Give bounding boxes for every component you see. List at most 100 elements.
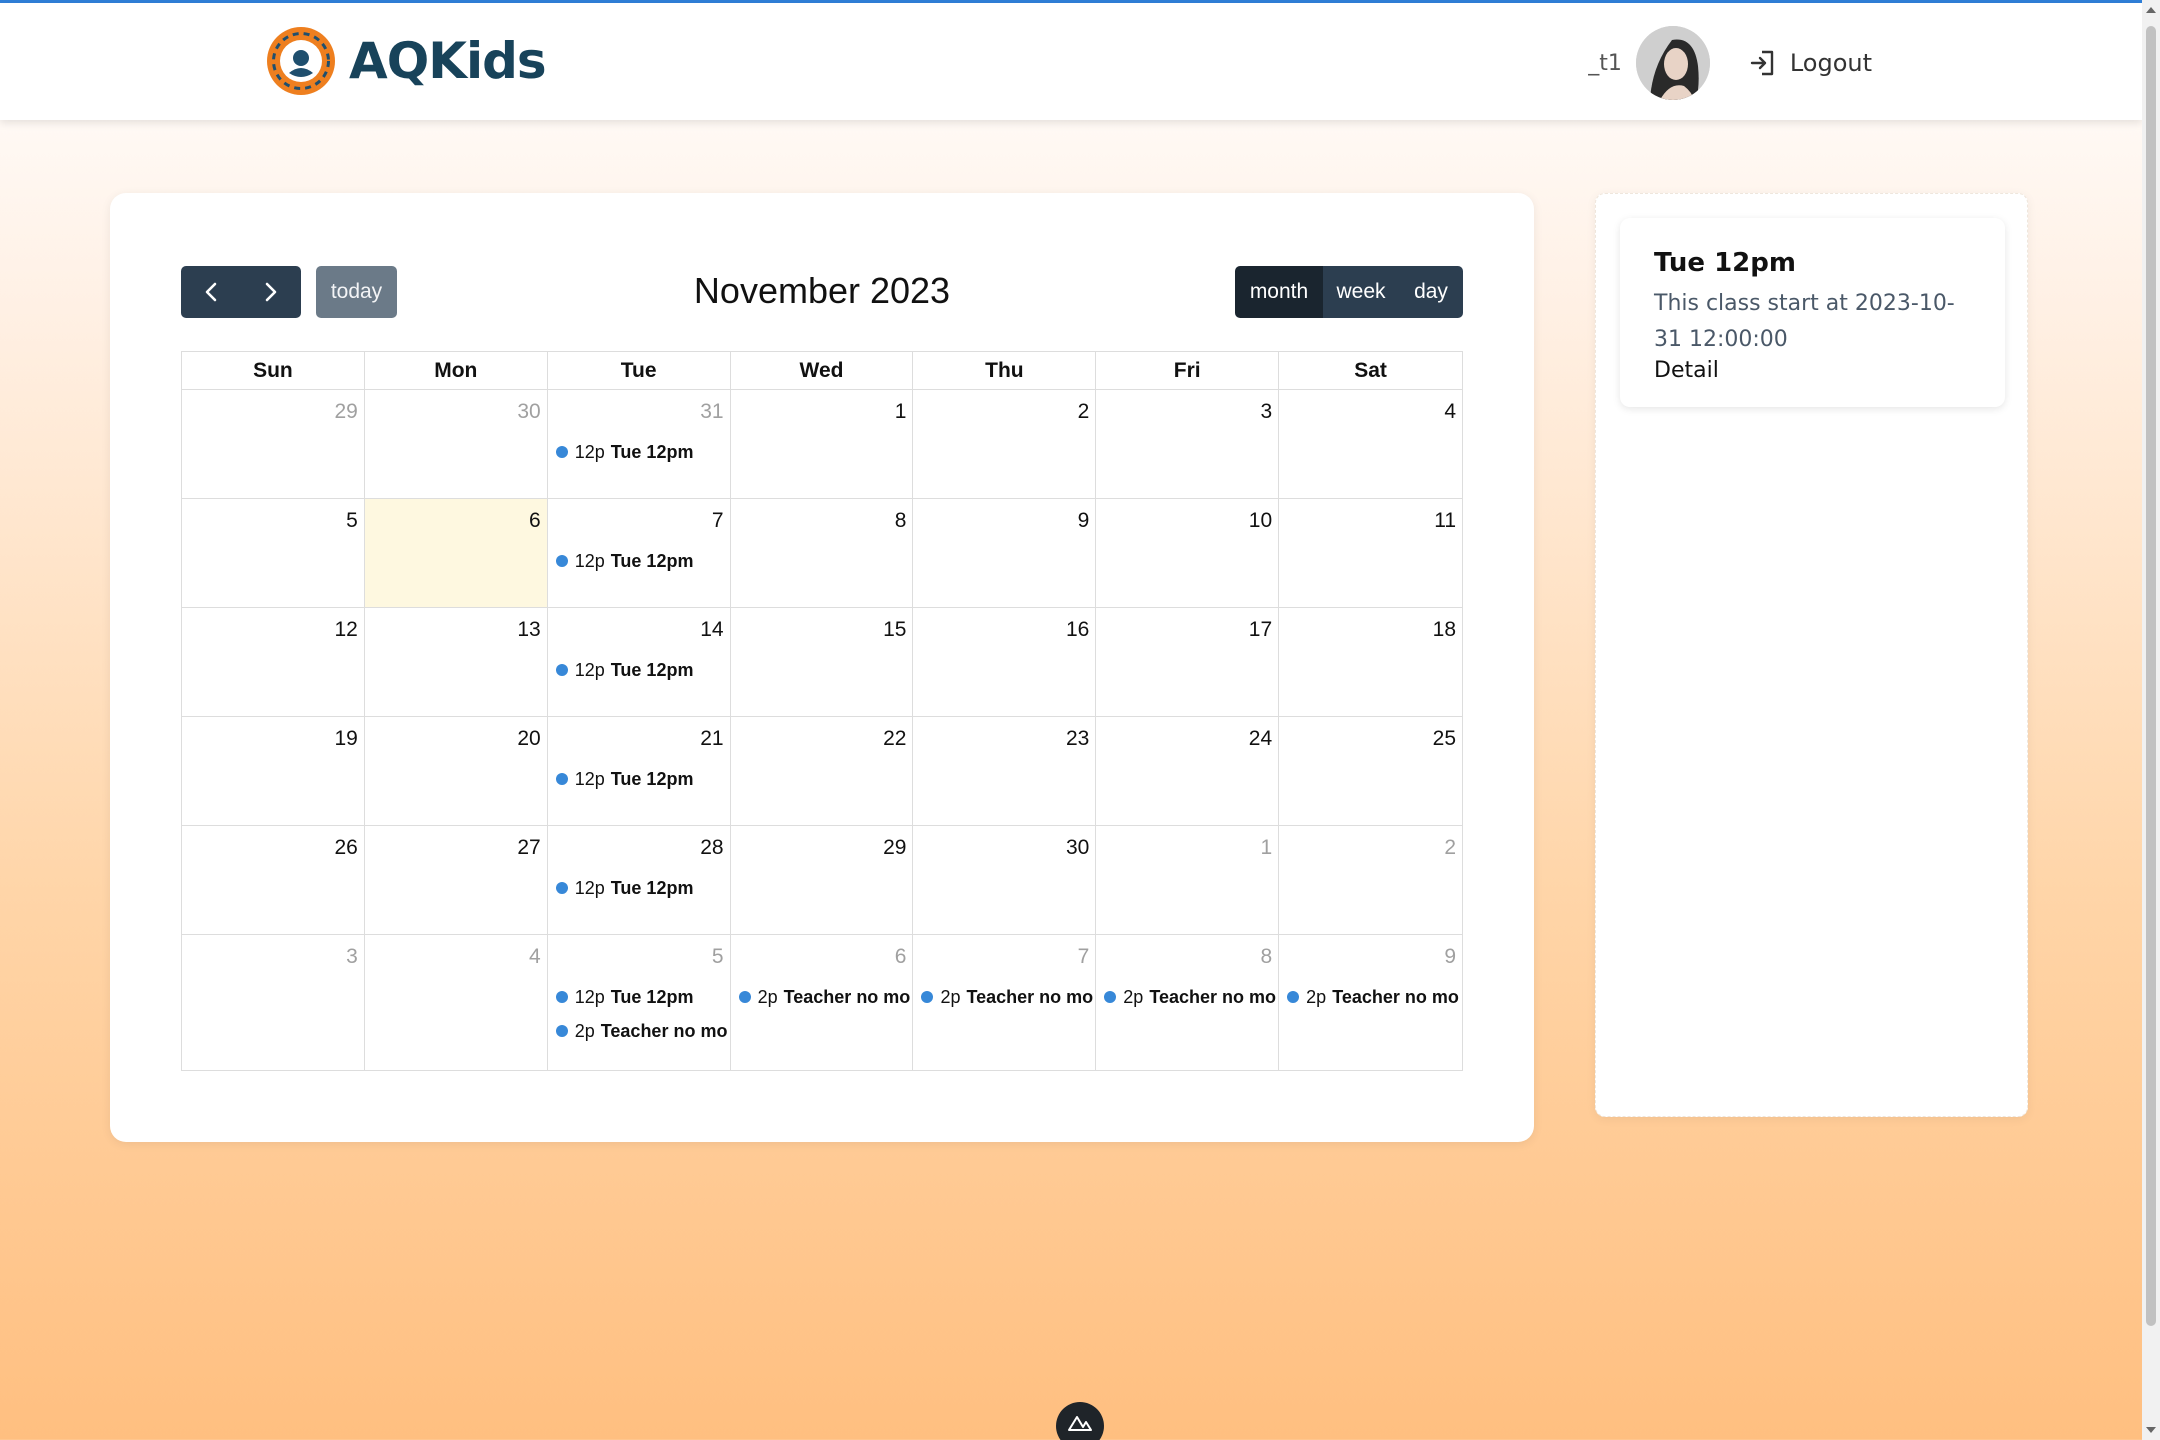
day-cell[interactable]: 2: [913, 390, 1097, 498]
calendar-event[interactable]: 12p Tue 12pm: [555, 985, 728, 1009]
day-number[interactable]: 14: [700, 618, 723, 642]
day-number[interactable]: 15: [883, 618, 906, 642]
day-cell[interactable]: 5 12p Tue 12pm 2p Teacher no mo: [548, 935, 731, 1070]
day-number[interactable]: 30: [517, 400, 540, 424]
day-cell[interactable]: 1: [1096, 826, 1280, 934]
day-cell[interactable]: 4: [365, 935, 548, 1070]
day-cell[interactable]: 1: [731, 390, 914, 498]
day-cell[interactable]: 7 2p Teacher no mo: [913, 935, 1097, 1070]
day-number[interactable]: 17: [1249, 618, 1272, 642]
day-cell[interactable]: 29: [182, 390, 365, 498]
day-number[interactable]: 5: [712, 945, 724, 969]
calendar-event[interactable]: 12p Tue 12pm: [555, 876, 728, 900]
day-cell[interactable]: 5: [182, 499, 365, 607]
day-number[interactable]: 25: [1433, 727, 1456, 751]
day-number[interactable]: 16: [1066, 618, 1089, 642]
day-number[interactable]: 7: [712, 509, 724, 533]
calendar-event[interactable]: 12p Tue 12pm: [555, 658, 728, 682]
avatar[interactable]: [1635, 26, 1710, 100]
day-cell[interactable]: 8: [731, 499, 914, 607]
day-cell[interactable]: 3: [182, 935, 365, 1070]
day-number[interactable]: 1: [1260, 836, 1272, 860]
day-number[interactable]: 9: [1444, 945, 1456, 969]
day-cell[interactable]: 4: [1279, 390, 1462, 498]
day-number[interactable]: 19: [335, 727, 358, 751]
day-cell[interactable]: 24: [1096, 717, 1280, 825]
day-cell[interactable]: 9 2p Teacher no mo: [1279, 935, 1462, 1070]
day-cell[interactable]: 16: [913, 608, 1097, 716]
brand-logo[interactable]: AQKids: [265, 25, 547, 97]
devtools-toggle-button[interactable]: [1056, 1402, 1104, 1440]
calendar-event[interactable]: 12p Tue 12pm: [555, 440, 728, 464]
view-month-button[interactable]: month: [1235, 266, 1323, 318]
day-number[interactable]: 2: [1078, 400, 1090, 424]
day-number[interactable]: 24: [1249, 727, 1272, 751]
day-number[interactable]: 27: [517, 836, 540, 860]
day-number[interactable]: 3: [346, 945, 358, 969]
day-number[interactable]: 6: [529, 509, 541, 533]
day-number[interactable]: 21: [700, 727, 723, 751]
day-cell[interactable]: 22: [731, 717, 914, 825]
day-cell[interactable]: 30: [365, 390, 548, 498]
logout-button[interactable]: Logout: [1748, 48, 1872, 78]
day-number[interactable]: 4: [529, 945, 541, 969]
day-cell[interactable]: 27: [365, 826, 548, 934]
day-cell[interactable]: 28 12p Tue 12pm: [548, 826, 731, 934]
day-cell[interactable]: 8 2p Teacher no mo: [1096, 935, 1280, 1070]
day-number[interactable]: 13: [517, 618, 540, 642]
calendar-event[interactable]: 2p Teacher no mo: [555, 1019, 728, 1043]
day-cell[interactable]: 26: [182, 826, 365, 934]
day-number[interactable]: 22: [883, 727, 906, 751]
day-number[interactable]: 8: [895, 509, 907, 533]
calendar-event[interactable]: 12p Tue 12pm: [555, 767, 728, 791]
calendar-event[interactable]: 2p Teacher no mo: [1287, 985, 1460, 1009]
day-number[interactable]: 28: [700, 836, 723, 860]
day-cell[interactable]: 20: [365, 717, 548, 825]
day-cell[interactable]: 9: [913, 499, 1097, 607]
day-cell[interactable]: 18: [1279, 608, 1462, 716]
scroll-down-arrow-icon[interactable]: [2145, 1424, 2157, 1436]
day-number[interactable]: 8: [1260, 945, 1272, 969]
day-cell[interactable]: 31 12p Tue 12pm: [548, 390, 731, 498]
day-cell[interactable]: 6 2p Teacher no mo: [731, 935, 914, 1070]
day-number[interactable]: 5: [346, 509, 358, 533]
day-number[interactable]: 12: [335, 618, 358, 642]
day-number[interactable]: 20: [517, 727, 540, 751]
day-number[interactable]: 10: [1249, 509, 1272, 533]
day-cell[interactable]: 11: [1279, 499, 1462, 607]
day-number[interactable]: 18: [1433, 618, 1456, 642]
day-cell[interactable]: 15: [731, 608, 914, 716]
day-cell[interactable]: 21 12p Tue 12pm: [548, 717, 731, 825]
day-cell[interactable]: 7 12p Tue 12pm: [548, 499, 731, 607]
day-cell[interactable]: 23: [913, 717, 1097, 825]
calendar-event[interactable]: 2p Teacher no mo: [1104, 985, 1276, 1009]
day-number[interactable]: 23: [1066, 727, 1089, 751]
day-cell[interactable]: 29: [731, 826, 914, 934]
day-number[interactable]: 31: [700, 400, 723, 424]
day-cell[interactable]: 3: [1096, 390, 1280, 498]
day-cell[interactable]: 13: [365, 608, 548, 716]
day-number[interactable]: 11: [1434, 509, 1456, 533]
day-cell[interactable]: 14 12p Tue 12pm: [548, 608, 731, 716]
day-cell[interactable]: 17: [1096, 608, 1280, 716]
day-number[interactable]: 3: [1260, 400, 1272, 424]
day-number[interactable]: 29: [883, 836, 906, 860]
scrollbar-thumb[interactable]: [2146, 26, 2156, 1326]
day-number[interactable]: 30: [1066, 836, 1089, 860]
scroll-up-arrow-icon[interactable]: [2145, 4, 2157, 16]
day-cell[interactable]: 25: [1279, 717, 1462, 825]
day-number[interactable]: 7: [1078, 945, 1090, 969]
day-number[interactable]: 9: [1078, 509, 1090, 533]
day-number[interactable]: 26: [335, 836, 358, 860]
page-scrollbar[interactable]: [2142, 0, 2160, 1440]
calendar-event[interactable]: 2p Teacher no mo: [921, 985, 1093, 1009]
event-detail-link[interactable]: Detail: [1654, 358, 1971, 383]
calendar-event[interactable]: 2p Teacher no mo: [738, 985, 911, 1009]
calendar-event[interactable]: 12p Tue 12pm: [555, 549, 728, 573]
day-number[interactable]: 1: [895, 400, 907, 424]
day-cell[interactable]: 30: [913, 826, 1097, 934]
day-number[interactable]: 2: [1444, 836, 1456, 860]
day-cell-today[interactable]: 6: [364, 499, 548, 607]
view-week-button[interactable]: week: [1323, 266, 1399, 318]
day-cell[interactable]: 19: [182, 717, 365, 825]
